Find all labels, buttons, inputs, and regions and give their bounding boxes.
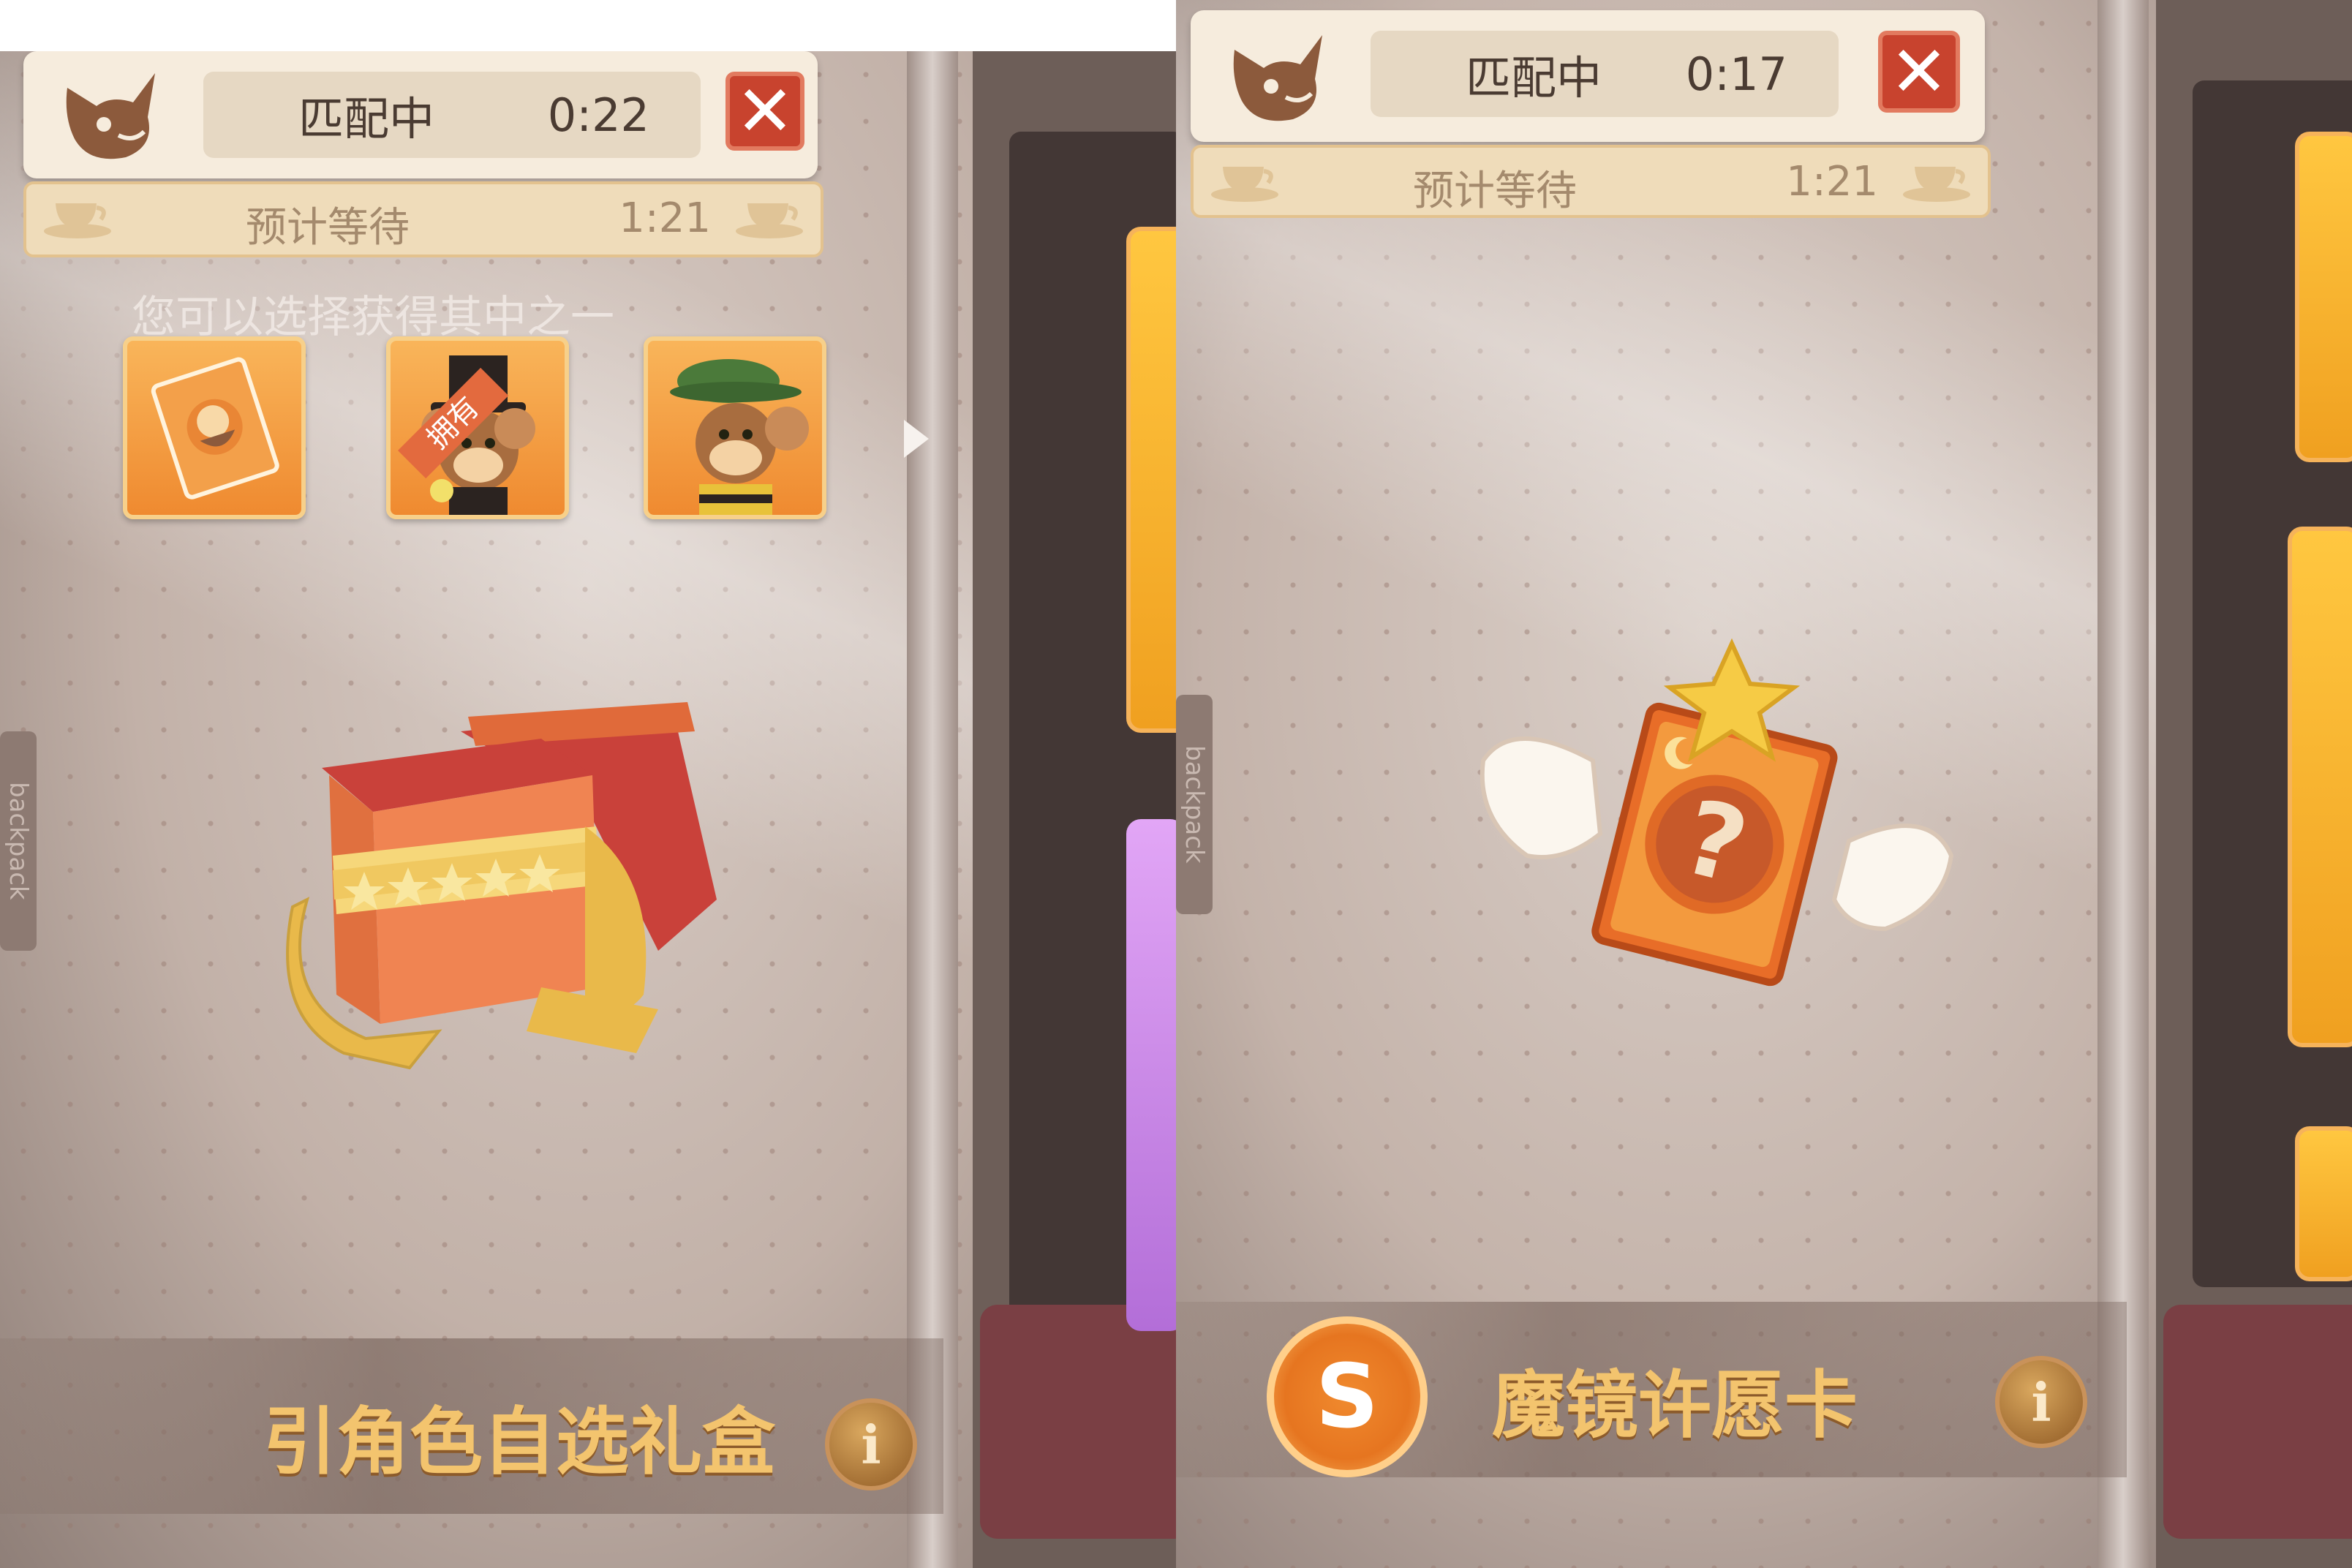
estimated-wait-bar: 预计等待 1:21 [23,181,823,257]
teacup-icon [44,203,111,238]
neighbor-maroon-block [2163,1305,2352,1539]
cancel-match-button[interactable]: ✕ [725,70,804,152]
gift-box-icon [286,702,717,1070]
currency-s-icon: S [1267,1316,1428,1477]
magic-mirror-wish-card-icon: ? [1480,638,1954,987]
teacup-icon [736,203,803,238]
item-title: 引角色自选礼盒 [263,1399,775,1485]
teacup-icon [1211,167,1278,202]
card-item-icon [151,357,279,500]
match-status-label: 匹配中 [298,92,435,146]
match-status-label: 匹配中 [1466,51,1602,105]
item-title: 魔镜许愿卡 [1492,1362,1858,1448]
choice-instruction: 您可以选择获得其中之一 [132,292,614,343]
right-screenshot: backpack 匹配中 0:17 ✕ 预计等待 1:21 ? S 魔镜许愿卡 … [1176,0,2352,1568]
item-info-button[interactable]: i [825,1398,917,1490]
estimated-wait-bar: 预计等待 1:21 [1191,145,1991,218]
item-info-button[interactable]: i [1995,1356,2087,1448]
estimated-wait-time: 1:21 [619,195,711,242]
cancel-match-button[interactable]: ✕ [1878,31,1960,113]
match-elapsed: 0:17 [1685,47,1787,101]
matching-header: 匹配中 0:22 ✕ [23,51,818,178]
left-screenshot: backpack 匹配中 0:22 ✕ 预计等待 1:21 您可以选择获得其中之… [0,51,1176,1568]
next-choice-arrow-icon[interactable] [904,420,929,458]
match-timer: 匹配中 0:17 [1371,31,1839,117]
neighbor-orange-card[interactable] [2295,132,2352,462]
neighbor-orange-card[interactable] [1126,227,1176,733]
backpack-tab[interactable]: backpack [1176,695,1213,914]
match-timer: 匹配中 0:22 [203,72,701,158]
estimated-wait-label: 预计等待 [1413,167,1577,215]
estimated-wait-label: 预计等待 [246,204,410,252]
cat-logo-icon [66,73,155,159]
choice-green-hat-jerry[interactable] [644,336,826,519]
green-hat-jerry-portrait-icon [670,359,809,515]
backpack-tab[interactable]: backpack [0,731,37,951]
estimated-wait-time: 1:21 [1786,158,1878,206]
cat-logo-icon [1233,35,1322,121]
neighbor-maroon-block [980,1305,1176,1539]
magician-jerry-portrait-icon [421,355,535,515]
teacup-icon [1903,167,1970,202]
choice-card-item[interactable] [123,336,306,519]
neighbor-purple-card[interactable] [1126,819,1176,1331]
choice-magician-jerry[interactable]: 拥有 [386,336,569,519]
match-elapsed: 0:22 [547,88,649,142]
neighbor-orange-card[interactable] [2295,1126,2352,1281]
matching-header: 匹配中 0:17 ✕ [1191,10,1985,142]
neighbor-orange-card[interactable] [2288,527,2352,1047]
